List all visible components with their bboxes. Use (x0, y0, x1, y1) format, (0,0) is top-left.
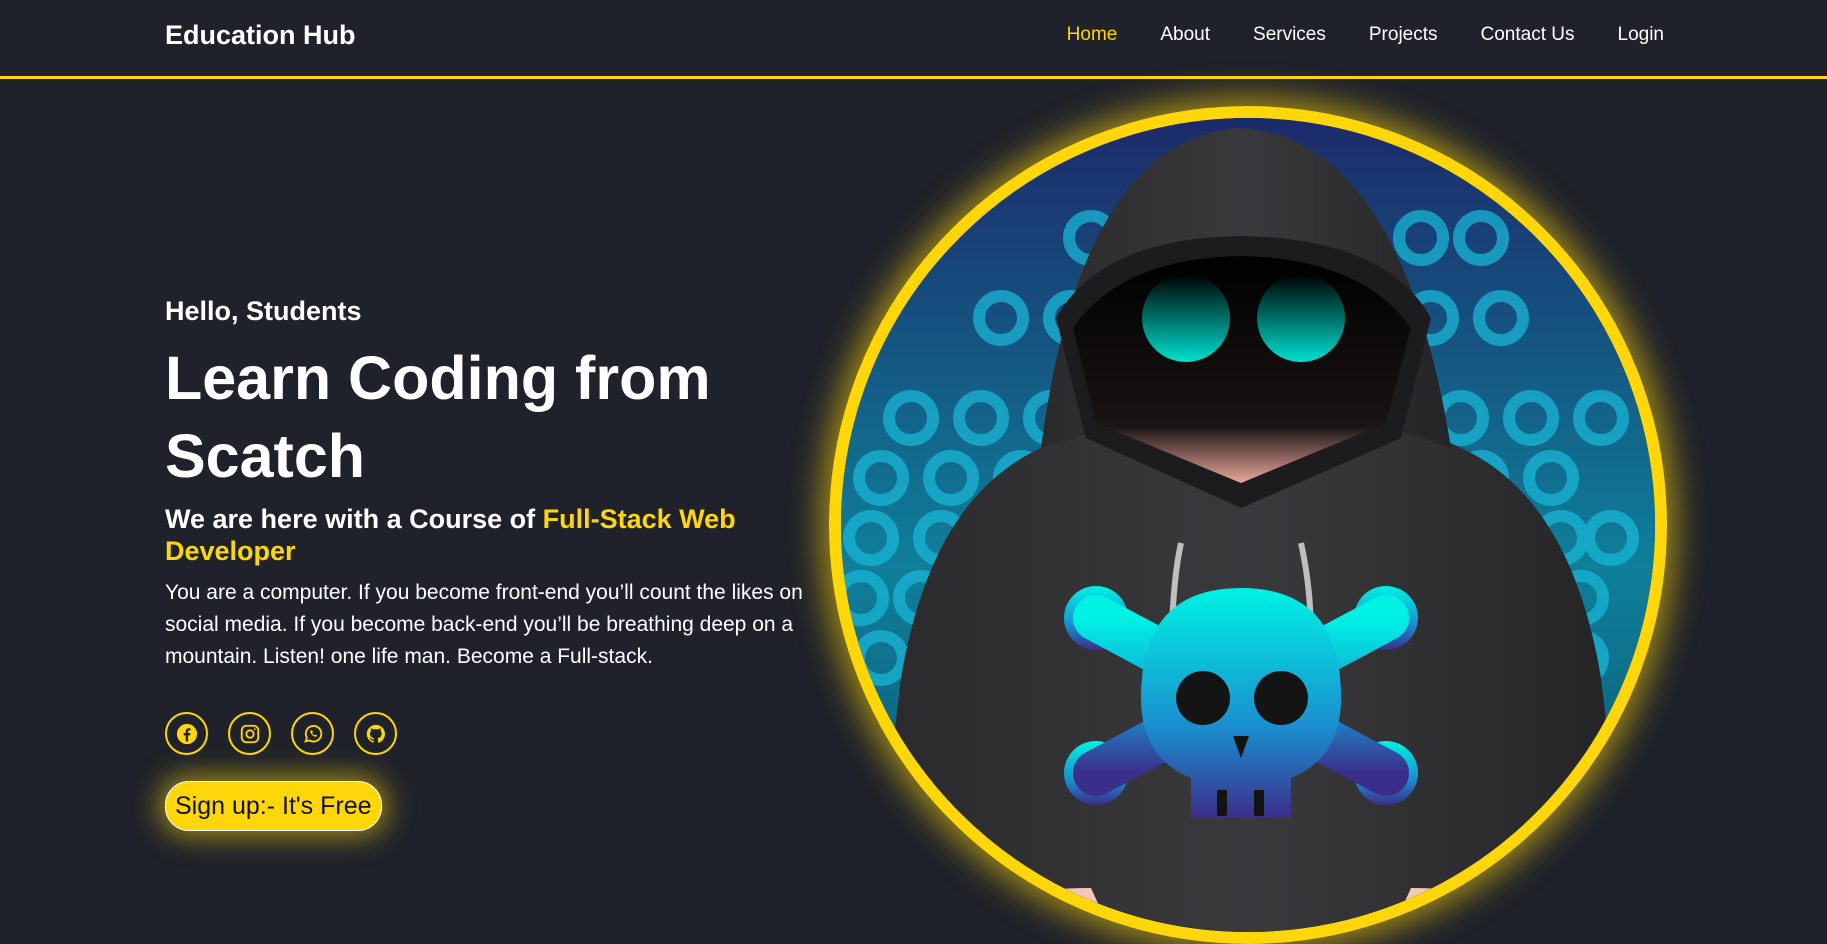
hero-greeting: Hello, Students (165, 296, 362, 326)
facebook-link[interactable] (165, 712, 208, 755)
instagram-icon (240, 724, 259, 743)
nav-services[interactable]: Services (1253, 24, 1326, 46)
hero-section: Hello, Students Learn Coding from Scatch… (165, 296, 845, 673)
github-icon (366, 724, 385, 743)
nav-about[interactable]: About (1160, 24, 1210, 46)
social-links (165, 712, 397, 755)
subhead-prefix: We are here with a Course of (165, 504, 543, 534)
github-link[interactable] (354, 712, 397, 755)
nav-home[interactable]: Home (1067, 24, 1118, 46)
hero-subhead: We are here with a Course of Full-Stack … (165, 503, 775, 567)
nav-contact-us[interactable]: Contact Us (1481, 24, 1575, 46)
site-header: Education Hub Home About Services Projec… (0, 0, 1827, 79)
nav-projects[interactable]: Projects (1369, 24, 1438, 46)
site-logo[interactable]: Education Hub (165, 20, 356, 51)
signup-button[interactable]: Sign up:- It's Free (165, 781, 382, 831)
main-nav: Home About Services Projects Contact Us … (1067, 24, 1664, 46)
hero-headline: Learn Coding from Scatch (165, 344, 711, 490)
whatsapp-icon (303, 724, 322, 743)
nav-login[interactable]: Login (1618, 24, 1665, 46)
whatsapp-link[interactable] (291, 712, 334, 755)
instagram-link[interactable] (228, 712, 271, 755)
hero-illustration (829, 106, 1667, 944)
hero-description: You are a computer. If you become front-… (165, 581, 803, 668)
facebook-icon (176, 723, 197, 744)
hooded-hacker-illustration (841, 118, 1655, 932)
